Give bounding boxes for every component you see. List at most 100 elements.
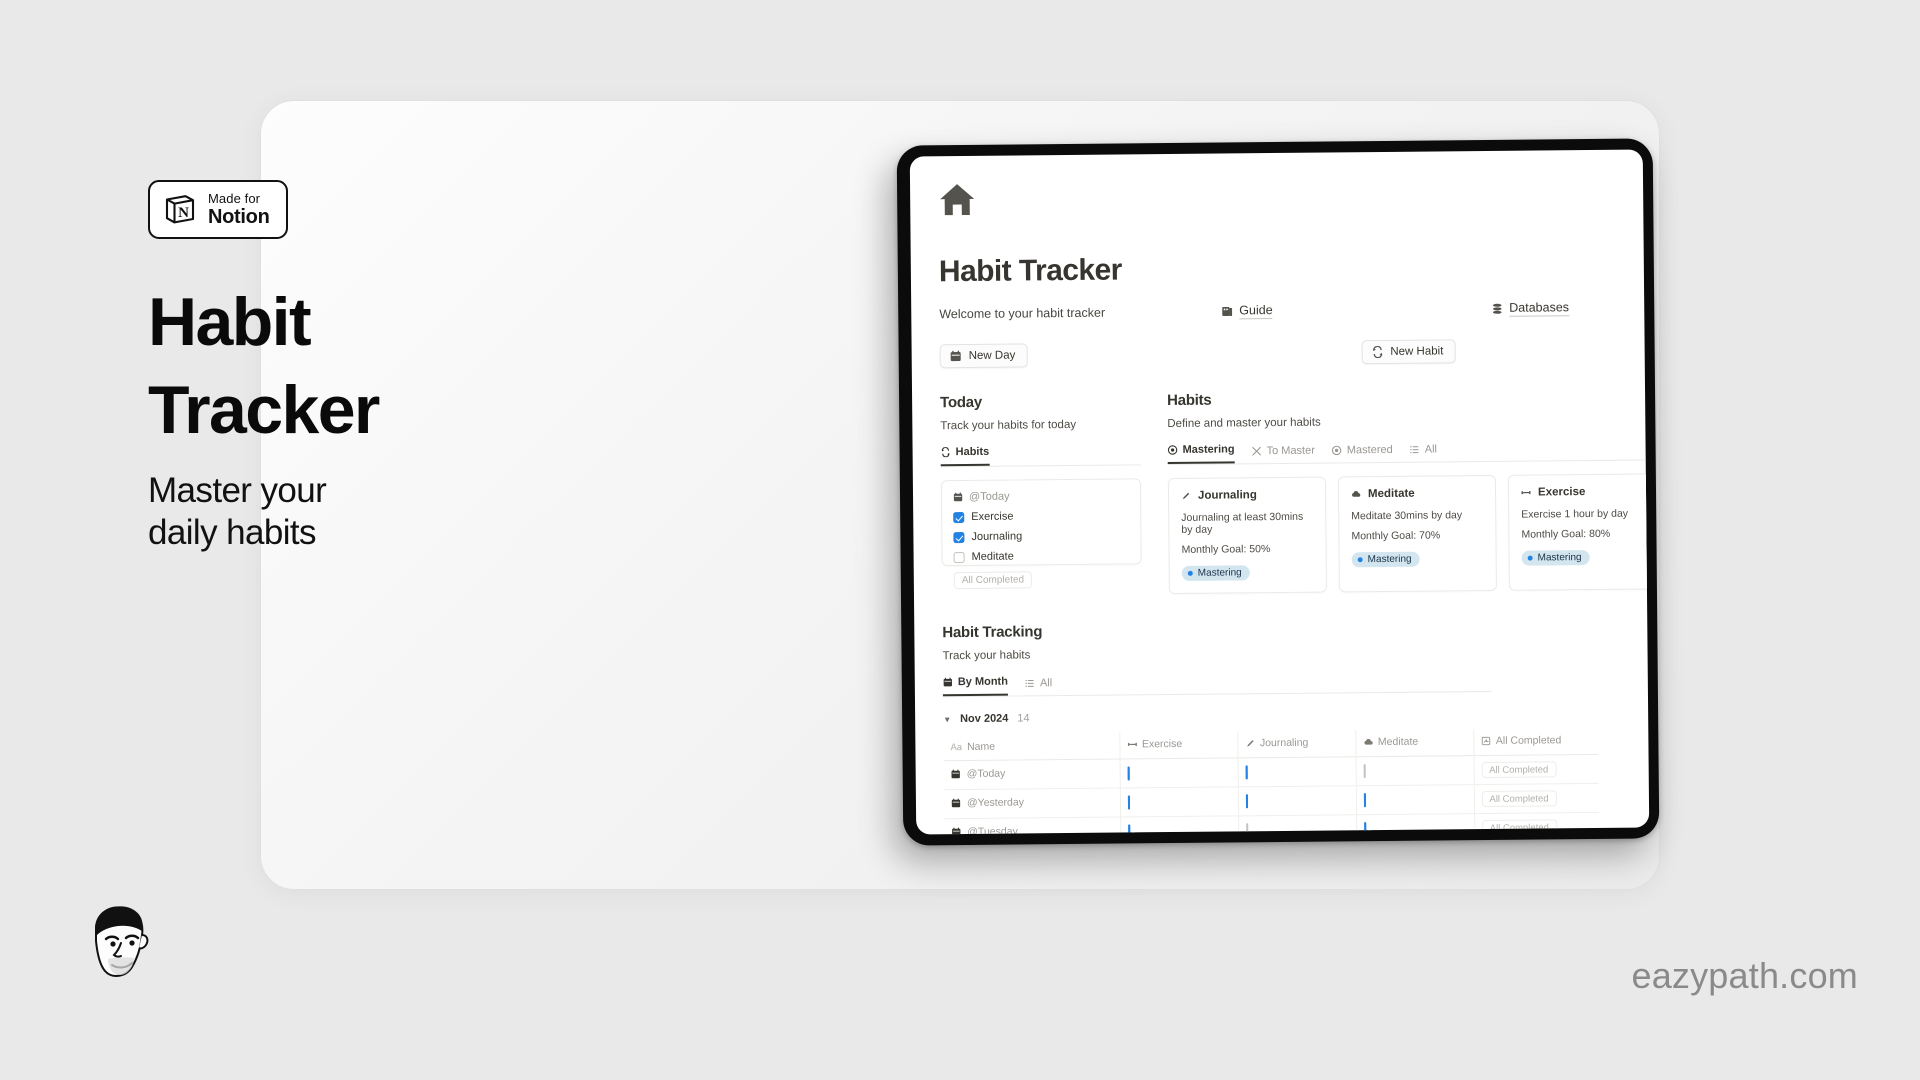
tab-all-habits-label: All: [1424, 443, 1438, 456]
new-habit-button[interactable]: New Habit: [1361, 339, 1456, 365]
rollup-icon: [1481, 736, 1491, 746]
today-item-journaling[interactable]: Journaling: [953, 529, 1129, 543]
subheadline-line-2: daily habits: [148, 512, 317, 552]
checkbox-journaling[interactable]: [1245, 794, 1248, 809]
row-exercise-cell[interactable]: [1119, 786, 1239, 818]
today-tabbar: Habits: [940, 444, 1141, 468]
checkbox-meditate[interactable]: [953, 551, 965, 563]
row-exercise-cell[interactable]: [1120, 815, 1239, 835]
habit-card-meditate[interactable]: Meditate Meditate 30mins by day Monthly …: [1337, 474, 1497, 593]
habit-card-exercise-desc: Exercise 1 hour by day: [1521, 507, 1629, 521]
today-item-meditate[interactable]: Meditate: [953, 549, 1130, 563]
checkbox-meditate[interactable]: [1363, 793, 1366, 808]
tab-today-habits-label: Habits: [955, 445, 990, 459]
notion-logo-icon: N: [163, 192, 197, 226]
checkbox-journaling[interactable]: [1245, 765, 1248, 780]
checkbox-meditate[interactable]: [1363, 822, 1366, 835]
crossed-icon: [1252, 446, 1262, 456]
habit-card-journaling-name: Journaling: [1197, 489, 1257, 502]
tracking-tabbar: By Month All: [942, 670, 1492, 698]
habit-card-exercise[interactable]: Exercise Exercise 1 hour by day Monthly …: [1507, 473, 1650, 591]
all-completed-chip[interactable]: All Completed: [1481, 761, 1557, 779]
avatar: [72, 895, 164, 987]
column-header-name[interactable]: Aa Name: [943, 732, 1120, 761]
habit-card-journaling[interactable]: Journaling Journaling at least 30mins by…: [1167, 476, 1327, 595]
column-header-meditate-label: Meditate: [1377, 735, 1419, 749]
checkbox-exercise[interactable]: [953, 511, 965, 523]
habit-card-exercise-header: Exercise: [1521, 485, 1649, 499]
tab-by-month-label: By Month: [957, 675, 1008, 689]
row-name-cell[interactable]: @Tuesday: [944, 817, 1121, 835]
row-all-completed-cell[interactable]: All Completed: [1473, 783, 1600, 814]
new-day-button-label: New Day: [968, 349, 1016, 362]
row-all-completed-cell[interactable]: All Completed: [1473, 754, 1599, 785]
row-all-completed-cell[interactable]: All Completed: [1474, 812, 1600, 835]
home-icon[interactable]: [938, 182, 976, 217]
chevron-down-icon[interactable]: ▼: [943, 715, 951, 724]
cloud-icon: [1363, 737, 1373, 747]
habits-tabbar: Mastering To Master Mastered All: [1167, 439, 1650, 466]
row-meditate-cell[interactable]: [1356, 813, 1475, 835]
row-meditate-cell[interactable]: [1355, 755, 1474, 786]
row-name-cell[interactable]: @Yesterday: [943, 788, 1121, 819]
tab-mastering[interactable]: Mastering: [1167, 443, 1235, 465]
row-name-cell[interactable]: @Today: [943, 759, 1120, 790]
target-icon: [1167, 445, 1178, 455]
habit-card-meditate-goal: Monthly Goal: 70%: [1351, 529, 1441, 543]
tracking-group-count: 14: [1017, 712, 1030, 725]
habit-card-exercise-goal: Monthly Goal: 80%: [1521, 527, 1611, 541]
today-all-completed-chip[interactable]: All Completed: [953, 571, 1033, 590]
habit-card-journaling-status: Mastering: [1181, 565, 1250, 581]
row-exercise-cell[interactable]: [1119, 757, 1238, 789]
databases-link[interactable]: Databases: [1491, 300, 1570, 317]
row-meditate-cell[interactable]: [1355, 784, 1475, 815]
tablet-screen: Habit Tracker Welcome to your habit trac…: [909, 149, 1650, 835]
tab-to-master[interactable]: To Master: [1252, 445, 1315, 464]
guide-link[interactable]: Guide: [1221, 301, 1491, 320]
checkbox-journaling[interactable]: [1245, 823, 1248, 835]
page-header-row: Welcome to your habit tracker Guide Data…: [939, 299, 1644, 322]
checkbox-exercise[interactable]: [1127, 766, 1130, 781]
tracking-group-header[interactable]: ▼ Nov 2024 14: [943, 706, 1648, 725]
column-header-exercise[interactable]: Exercise: [1119, 731, 1238, 760]
left-content-column: N Made for Notion Habit Tracker Master y…: [148, 180, 578, 553]
all-completed-chip[interactable]: All Completed: [1481, 819, 1557, 835]
today-card[interactable]: @Today Exercise Journaling Meditate All …: [940, 478, 1142, 590]
checkbox-journaling[interactable]: [953, 531, 965, 543]
today-card-date: @Today: [953, 489, 1129, 503]
today-section-title: Today: [940, 393, 983, 412]
databases-link-label: Databases: [1509, 300, 1570, 317]
tab-all-tracking[interactable]: All: [1025, 677, 1052, 695]
tab-mastered[interactable]: Mastered: [1332, 444, 1393, 463]
habit-card-meditate-desc: Meditate 30mins by day: [1351, 509, 1463, 523]
habit-card-meditate-status-label: Mastering: [1367, 553, 1412, 566]
today-item-exercise[interactable]: Exercise: [953, 509, 1129, 523]
checkbox-exercise[interactable]: [1127, 824, 1130, 835]
row-journaling-cell[interactable]: [1238, 814, 1357, 835]
tab-today-habits[interactable]: Habits: [940, 445, 990, 467]
list-icon: [1025, 678, 1035, 688]
all-completed-chip[interactable]: All Completed: [1481, 790, 1557, 808]
column-header-all-completed[interactable]: All Completed: [1473, 727, 1599, 756]
pen-icon: [1181, 491, 1191, 501]
tracking-section-subtitle: Track your habits: [942, 649, 1031, 663]
new-day-button[interactable]: New Day: [939, 343, 1028, 369]
row-journaling-cell[interactable]: [1237, 756, 1356, 787]
checkbox-meditate[interactable]: [1363, 764, 1366, 779]
made-for-notion-badge: N Made for Notion: [148, 180, 288, 239]
calendar-icon: [951, 769, 961, 779]
tab-all-tracking-label: All: [1039, 677, 1053, 690]
checkbox-exercise[interactable]: [1127, 795, 1130, 810]
page-title: Habit Tracker: [938, 253, 1122, 289]
calendar-icon: [951, 798, 961, 808]
column-header-journaling[interactable]: Journaling: [1237, 730, 1356, 758]
tab-mastering-label: Mastering: [1182, 443, 1235, 456]
habit-card-journaling-header: Journaling: [1181, 489, 1313, 502]
tab-all-habits[interactable]: All: [1410, 443, 1437, 461]
row-journaling-cell[interactable]: [1237, 785, 1357, 816]
button-row-spacer: [1027, 352, 1361, 355]
habits-section-subtitle: Define and master your habits: [1167, 416, 1321, 431]
tab-by-month[interactable]: By Month: [942, 675, 1009, 697]
column-header-meditate[interactable]: Meditate: [1355, 729, 1474, 757]
book-icon: [1221, 305, 1233, 317]
